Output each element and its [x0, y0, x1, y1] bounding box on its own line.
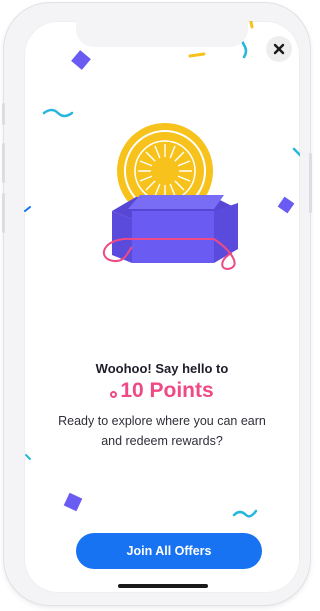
- confetti-dash: [188, 52, 206, 58]
- close-button[interactable]: [266, 36, 292, 62]
- confetti-square: [277, 196, 295, 214]
- confetti-decoration: [24, 21, 300, 518]
- phone-frame: Woohoo! Say hello to 10 Points Ready to …: [2, 3, 312, 605]
- rewards-dialog-screen: Woohoo! Say hello to 10 Points Ready to …: [24, 21, 300, 593]
- dialog-message: Ready to explore where you can earn and …: [58, 414, 266, 448]
- confetti-dash: [25, 454, 31, 460]
- points-award: 10 Points: [24, 379, 300, 403]
- gift-box-coin-illustration: [103, 123, 238, 271]
- phone-side-button: [2, 103, 5, 125]
- confetti-dash: [24, 206, 31, 212]
- confetti-dash: [292, 147, 300, 157]
- join-all-offers-button[interactable]: Join All Offers: [76, 533, 262, 569]
- dialog-headline: Woohoo! Say hello to: [95, 361, 229, 376]
- phone-side-button: [2, 143, 5, 183]
- confetti-dash: [249, 21, 254, 29]
- close-icon: [273, 43, 285, 55]
- points-amount: 10 Points: [120, 379, 214, 402]
- phone-mockup: Woohoo! Say hello to 10 Points Ready to …: [0, 0, 318, 611]
- confetti-squiggle: [42, 108, 74, 118]
- gift-box-icon: [103, 195, 238, 271]
- points-icon: [110, 390, 118, 398]
- phone-side-button: [2, 193, 5, 233]
- confetti-square: [63, 492, 83, 512]
- confetti-square: [71, 50, 91, 70]
- phone-notch: [76, 21, 248, 47]
- home-indicator[interactable]: [118, 584, 208, 588]
- confetti-squiggle: [232, 509, 258, 518]
- phone-side-button: [309, 153, 312, 213]
